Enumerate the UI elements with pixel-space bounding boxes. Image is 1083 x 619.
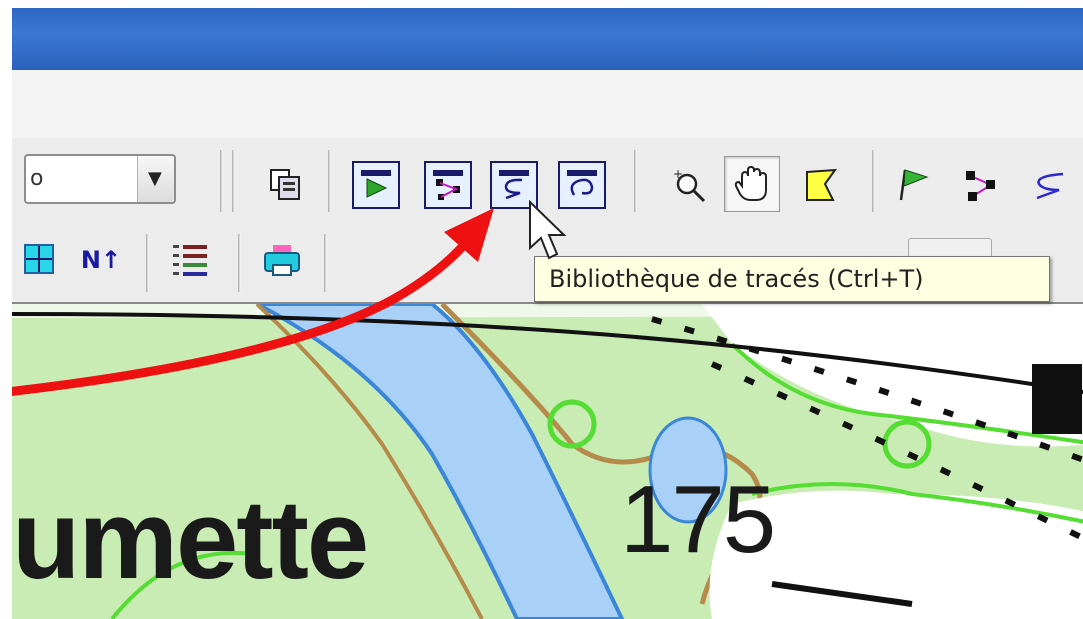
annotation-arrow	[12, 208, 494, 396]
app-window: o ▼ + N↑ umette 175 Bibliothèque de trac…	[0, 0, 1083, 619]
